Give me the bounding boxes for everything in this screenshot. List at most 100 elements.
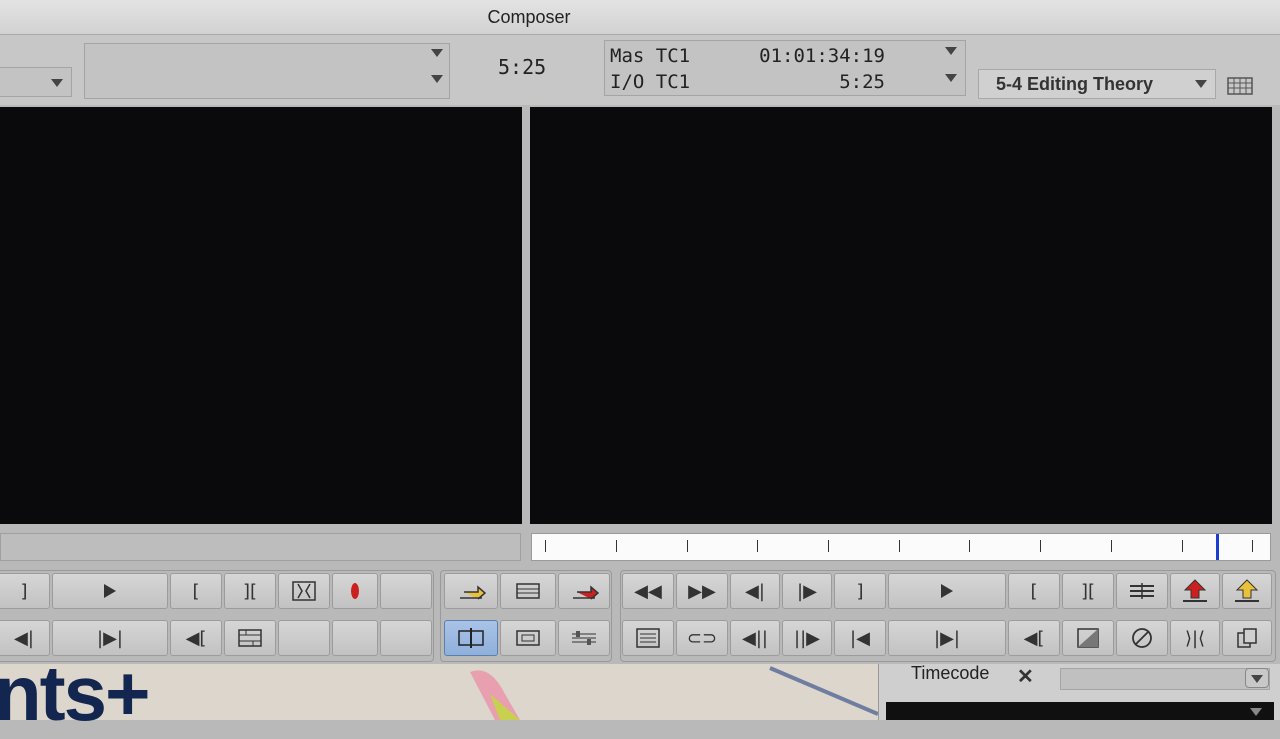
play-in-to-out-button-record[interactable]: ◀[ [1008, 620, 1060, 656]
source-menu-field[interactable] [0, 67, 72, 97]
position-tick [1252, 540, 1253, 552]
timecode-field[interactable] [1060, 668, 1270, 690]
audio-mixer-icon [572, 631, 596, 645]
bin-list-icon [636, 628, 660, 648]
go-to-in-icon: ◀| [14, 627, 34, 649]
playhead[interactable] [1216, 534, 1219, 560]
source-monitor[interactable] [0, 107, 522, 524]
step-back-frame-button[interactable]: ◀|| [730, 620, 780, 656]
record-monitor[interactable] [530, 107, 1272, 524]
position-tick [687, 540, 688, 552]
track-label-1: Mas TC1 [610, 45, 691, 67]
trim-icon: ⟩|⟨ [1184, 627, 1206, 649]
record-timecode-display[interactable]: Mas TC1 01:01:34:19 I/O TC1 5:25 [604, 40, 966, 96]
empty-button[interactable] [278, 620, 330, 656]
mark-out-icon: ] [856, 580, 864, 602]
lift-icon [1183, 579, 1207, 602]
effect-icon [1077, 628, 1099, 648]
play-button-record[interactable] [888, 573, 1006, 609]
clip-name-icon [516, 630, 540, 646]
fast-forward-icon: ▶▶ [688, 580, 716, 602]
position-tick [899, 540, 900, 552]
mark-out-button-record[interactable]: ] [834, 573, 886, 609]
mark-clip-button[interactable] [278, 573, 330, 609]
window-title: Composer [487, 7, 571, 27]
chevron-down-icon[interactable] [1250, 708, 1262, 716]
record-button[interactable] [332, 573, 378, 609]
link-icon: ⊂⊃ [686, 627, 718, 649]
add-edit-button[interactable] [1116, 573, 1168, 609]
step-forward-button[interactable]: |▶ [782, 573, 832, 609]
extract-icon [1235, 579, 1259, 602]
source-position-bar[interactable] [0, 533, 521, 561]
audio-mixer-button[interactable] [558, 620, 610, 656]
clear-marks-button-record[interactable]: ][ [1062, 573, 1114, 609]
project-menu-button[interactable]: 5-4 Editing Theory [978, 69, 1216, 99]
chevron-down-icon [1195, 80, 1207, 88]
mark-clip-icon [292, 581, 316, 601]
link-button[interactable]: ⊂⊃ [676, 620, 728, 656]
mark-out-icon: ] [20, 580, 28, 602]
add-edit-icon [1130, 583, 1154, 599]
play-in-to-out-icon: ◀[ [1023, 627, 1045, 649]
step-back-button[interactable]: ◀| [730, 573, 780, 609]
sync-lock-button[interactable] [500, 573, 556, 609]
no-effect-icon [1132, 628, 1152, 648]
empty-button[interactable] [332, 620, 378, 656]
empty-button[interactable] [380, 620, 432, 656]
position-tick [1111, 540, 1112, 552]
timecode-display-strip [886, 702, 1274, 720]
clear-marks-button[interactable]: ][ [224, 573, 276, 609]
clip-name-button[interactable] [500, 620, 556, 656]
record-position-bar[interactable] [531, 533, 1271, 561]
play-in-to-out-button[interactable]: ◀[ [170, 620, 222, 656]
extract-button[interactable] [1222, 573, 1272, 609]
go-to-prev-edit-button[interactable]: |◀ [834, 620, 886, 656]
background-text: nts+ [0, 649, 151, 737]
bin-list-button[interactable] [622, 620, 674, 656]
mark-out-button[interactable]: ] [0, 573, 50, 609]
panel-menu-button[interactable] [1245, 668, 1269, 688]
position-tick [757, 540, 758, 552]
no-effect-button[interactable] [1116, 620, 1168, 656]
track-label-2: I/O TC1 [610, 71, 691, 93]
grid-icon[interactable] [1227, 77, 1253, 100]
source-clip-menu[interactable] [84, 43, 450, 99]
clear-marks-icon: ][ [242, 580, 258, 602]
record-icon [351, 583, 359, 599]
source-timecode: 5:25 [498, 55, 547, 79]
sync-lock-icon [516, 583, 540, 599]
go-to-out-button-record[interactable]: |▶| [888, 620, 1006, 656]
rewind-icon: ◀◀ [634, 580, 662, 602]
lift-button[interactable] [1170, 573, 1220, 609]
step-forward-icon: |▶ [797, 580, 817, 602]
mark-in-button-record[interactable]: [ [1008, 573, 1060, 609]
copy-button[interactable] [1222, 620, 1272, 656]
chevron-down-icon [431, 49, 443, 57]
position-tick [545, 540, 546, 552]
chevron-down-icon[interactable] [945, 47, 957, 55]
toggle-source-record-button[interactable] [444, 620, 498, 656]
splice-in-button[interactable] [444, 573, 498, 609]
go-to-prev-edit-icon: |◀ [850, 627, 870, 649]
play-button[interactable] [52, 573, 168, 609]
empty-button[interactable] [380, 573, 432, 609]
mark-in-icon: [ [192, 580, 200, 602]
play-icon [941, 584, 953, 598]
close-icon[interactable]: ✕ [1017, 664, 1034, 689]
step-forward-frame-icon: ||▶ [794, 627, 820, 649]
trim-button[interactable]: ⟩|⟨ [1170, 620, 1220, 656]
match-frame-button[interactable] [224, 620, 276, 656]
chevron-down-icon [1251, 675, 1263, 683]
step-forward-frame-button[interactable]: ||▶ [782, 620, 832, 656]
chevron-down-icon[interactable] [945, 74, 957, 82]
rewind-button[interactable]: ◀◀ [622, 573, 674, 609]
effect-button[interactable] [1062, 620, 1114, 656]
go-to-out-icon: |▶| [97, 627, 123, 649]
composer-header: 5:25 Mas TC1 01:01:34:19 I/O TC1 5:25 5-… [0, 35, 1280, 105]
overwrite-button[interactable] [558, 573, 610, 609]
timecode-panel-title: Timecode [911, 663, 990, 683]
mark-in-button[interactable]: [ [170, 573, 222, 609]
fast-forward-button[interactable]: ▶▶ [676, 573, 728, 609]
mark-in-icon: [ [1030, 580, 1038, 602]
